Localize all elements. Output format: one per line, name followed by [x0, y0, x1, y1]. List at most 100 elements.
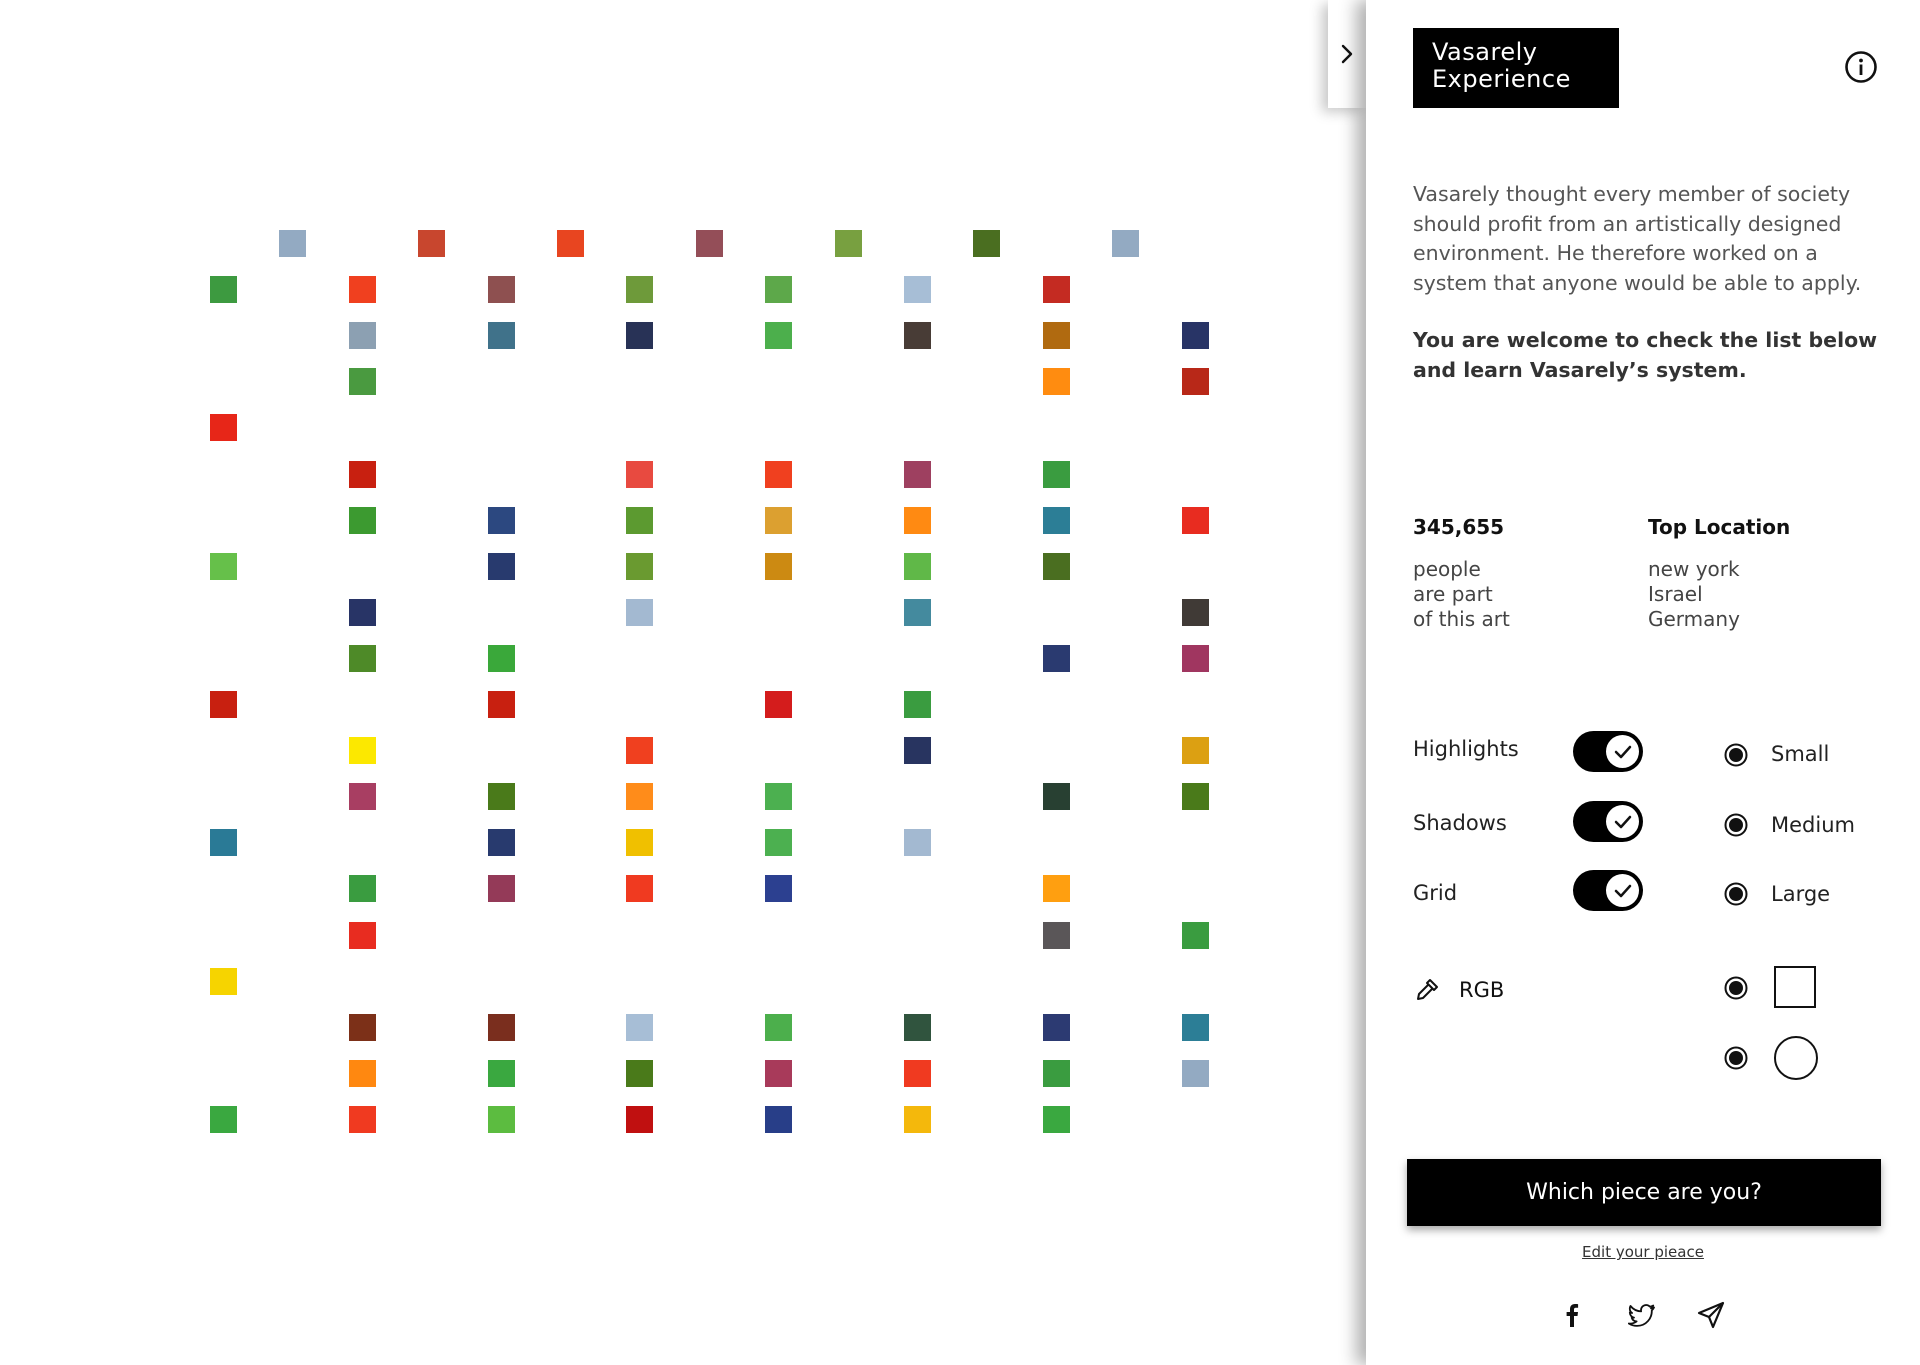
- artwork-tile: [626, 1105, 654, 1133]
- artwork-tile: [1042, 322, 1070, 350]
- collapse-panel-button[interactable]: [1328, 0, 1366, 108]
- info-icon[interactable]: [1844, 50, 1878, 84]
- artwork-tile: [765, 829, 793, 857]
- color-mode-picker[interactable]: RGB: [1413, 976, 1504, 1004]
- artwork-tile: [487, 322, 515, 350]
- participants-stat: 345,655 people are part of this art: [1413, 515, 1510, 632]
- artwork-tile: [1042, 875, 1070, 903]
- artwork-tile: [1042, 506, 1070, 534]
- artwork-tile: [348, 1059, 376, 1087]
- send-icon[interactable]: [1696, 1300, 1726, 1330]
- grid-label: Grid: [1413, 881, 1458, 905]
- size-large-label: Large: [1771, 882, 1831, 906]
- artwork-tile: [1181, 644, 1209, 672]
- artwork-tile: [1042, 460, 1070, 488]
- artwork-tile: [487, 644, 515, 672]
- location-3: Germany: [1648, 607, 1740, 631]
- size-medium-radio[interactable]: [1724, 813, 1748, 837]
- shape-circle-option[interactable]: [1774, 1036, 1818, 1080]
- artwork-tile: [487, 875, 515, 903]
- artwork-tile: [904, 276, 931, 304]
- artwork-tile: [626, 598, 654, 626]
- artwork-tile: [487, 1105, 515, 1133]
- check-icon: [1614, 815, 1631, 828]
- shadows-toggle[interactable]: [1573, 801, 1643, 842]
- artwork-tile: [1042, 783, 1070, 811]
- chevron-right-icon: [1341, 44, 1353, 64]
- artwork-tile: [1042, 1059, 1070, 1087]
- artwork-tile: [904, 1105, 931, 1133]
- grid-toggle[interactable]: [1573, 870, 1643, 911]
- brand-line-1: Vasarely: [1432, 38, 1538, 66]
- shape-square-radio[interactable]: [1724, 976, 1748, 1000]
- artwork-tile: [626, 1059, 654, 1087]
- artwork-tile: [210, 414, 237, 442]
- artwork-tile: [487, 506, 515, 534]
- artwork-canvas: [0, 0, 1360, 1365]
- shape-circle-radio[interactable]: [1724, 1046, 1748, 1070]
- participants-caption-2: are part: [1413, 582, 1493, 606]
- size-large-radio[interactable]: [1724, 882, 1748, 906]
- artwork-tile: [210, 967, 237, 995]
- top-location-stat: Top Location new york Israel Germany: [1648, 515, 1790, 632]
- artwork-tile: [348, 598, 376, 626]
- toggle-knob: [1606, 805, 1639, 838]
- artwork-tile: [210, 1105, 237, 1133]
- artwork-tile: [1042, 368, 1070, 396]
- artwork-tile: [626, 875, 654, 903]
- artwork-tile: [1181, 921, 1209, 949]
- artwork-tile: [695, 230, 723, 257]
- artwork-tile: [557, 230, 584, 257]
- artwork-tile: [1181, 598, 1209, 626]
- artwork-tile: [348, 644, 376, 672]
- artwork-tile: [904, 460, 931, 488]
- shape-square-option[interactable]: [1774, 966, 1816, 1008]
- artwork-tile: [765, 1105, 793, 1133]
- edit-piece-link[interactable]: Edit your pieace: [1366, 1243, 1920, 1261]
- artwork-tile: [765, 276, 793, 304]
- artwork-tile: [279, 230, 307, 257]
- artwork-tile: [1042, 644, 1070, 672]
- artwork-tile: [904, 506, 931, 534]
- artwork-tile: [626, 460, 654, 488]
- shadows-label: Shadows: [1413, 811, 1507, 835]
- artwork-tile: [487, 1013, 515, 1041]
- intro-callout: You are welcome to check the list below …: [1413, 328, 1878, 382]
- artwork-tile: [348, 737, 376, 765]
- brand-logo[interactable]: Vasarely Experience: [1413, 28, 1619, 108]
- artwork-tile: [626, 1013, 654, 1041]
- artwork-tile: [904, 322, 931, 350]
- artwork-tile: [765, 322, 793, 350]
- artwork-tile: [1042, 552, 1070, 580]
- artwork-tile: [834, 230, 862, 257]
- artwork-tile: [904, 552, 931, 580]
- artwork-tile: [626, 829, 654, 857]
- artwork-tile: [904, 1013, 931, 1041]
- location-2: Israel: [1648, 582, 1703, 606]
- artwork-tile: [1181, 1059, 1209, 1087]
- artwork-tile: [1181, 737, 1209, 765]
- highlights-toggle[interactable]: [1573, 731, 1643, 772]
- participants-caption-3: of this art: [1413, 607, 1510, 631]
- artwork-tile: [1042, 1105, 1070, 1133]
- artwork-tile: [904, 829, 931, 857]
- artwork-tile: [210, 276, 237, 304]
- artwork-tile: [1181, 322, 1209, 350]
- facebook-icon[interactable]: [1557, 1300, 1587, 1330]
- artwork-tile: [1181, 506, 1209, 534]
- artwork-tile: [348, 1105, 376, 1133]
- artwork-tile: [626, 552, 654, 580]
- artwork-tile: [765, 1013, 793, 1041]
- artwork-tile: [765, 552, 793, 580]
- size-medium-label: Medium: [1771, 813, 1855, 837]
- artwork-tile: [348, 783, 376, 811]
- artwork-tile: [904, 1059, 931, 1087]
- artwork-tile: [487, 1059, 515, 1087]
- size-small-radio[interactable]: [1724, 743, 1748, 767]
- which-piece-button[interactable]: Which piece are you?: [1407, 1159, 1881, 1226]
- twitter-icon[interactable]: [1628, 1300, 1658, 1330]
- artwork-tile: [765, 1059, 793, 1087]
- artwork-tile: [348, 460, 376, 488]
- artwork-tile: [1181, 1013, 1209, 1041]
- intro-text: Vasarely thought every member of society…: [1413, 180, 1883, 413]
